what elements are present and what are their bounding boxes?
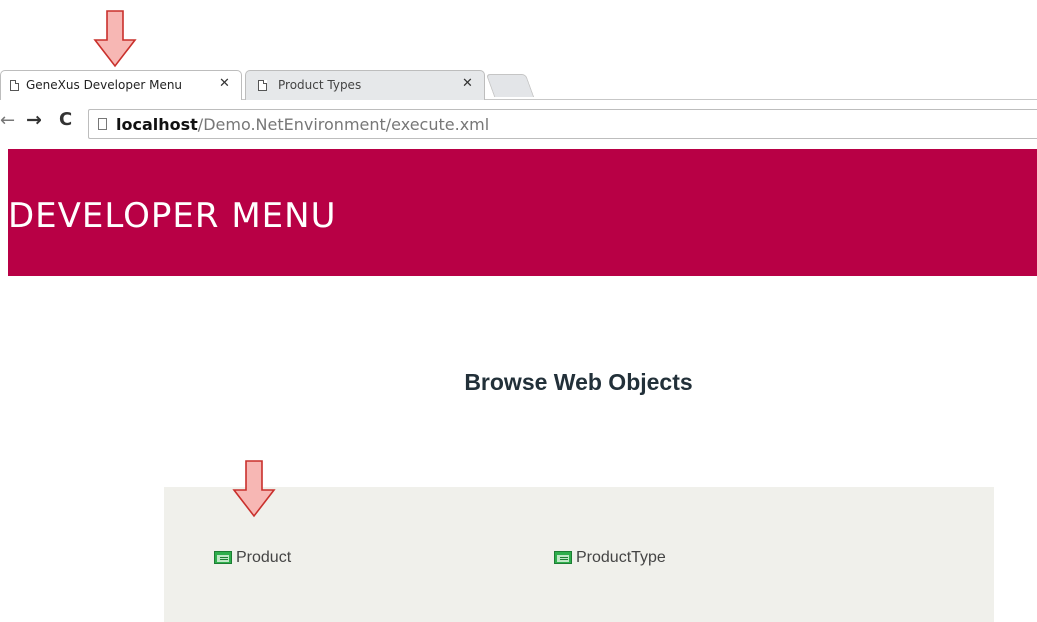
- web-object-label: ProductType: [576, 549, 666, 566]
- back-icon[interactable]: ←: [0, 110, 15, 131]
- page-info-icon[interactable]: [98, 118, 107, 130]
- web-object-icon: [214, 551, 232, 564]
- address-bar[interactable]: localhost/Demo.NetEnvironment/execute.xm…: [88, 109, 1037, 139]
- page-icon: [10, 80, 19, 91]
- new-tab-button[interactable]: [485, 74, 535, 97]
- annotation-arrow-icon: [93, 10, 137, 68]
- annotation-arrow-icon: [232, 460, 276, 518]
- reload-icon[interactable]: C: [59, 109, 72, 130]
- web-object-label: Product: [236, 549, 292, 566]
- close-tab-icon[interactable]: ✕: [219, 76, 230, 91]
- web-object-link-producttype[interactable]: ProductType: [554, 548, 694, 568]
- page-title: DEVELOPER MENU: [8, 196, 337, 236]
- web-object-link-product[interactable]: Product: [214, 548, 314, 568]
- url-host: localhost: [116, 115, 198, 134]
- tab-product-types[interactable]: Product Types ✕: [245, 70, 485, 100]
- tab-title: Product Types: [278, 78, 362, 92]
- web-object-icon: [554, 551, 572, 564]
- forward-icon[interactable]: →: [26, 109, 42, 131]
- url-path: /Demo.NetEnvironment/execute.xml: [197, 115, 490, 134]
- close-tab-icon[interactable]: ✕: [462, 76, 473, 91]
- page-icon: [258, 80, 267, 91]
- tab-title: GeneXus Developer Menu: [26, 78, 183, 92]
- url-text: localhost/Demo.NetEnvironment/execute.xm…: [116, 115, 489, 134]
- tab-genexus-developer-menu[interactable]: GeneXus Developer Menu ✕: [0, 70, 242, 100]
- section-title: Browse Web Objects: [464, 369, 693, 395]
